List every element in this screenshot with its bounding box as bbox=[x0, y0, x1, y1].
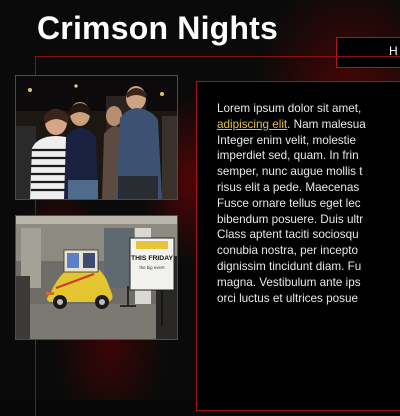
article-line: Lorem ipsum dolor sit amet, bbox=[217, 102, 362, 115]
photo-car-image: THIS FRIDAY the big event bbox=[16, 216, 177, 339]
car-sign-text: the big event bbox=[139, 265, 165, 270]
article-line: imperdiet sed, quam. In frin bbox=[217, 149, 359, 163]
article-line: risus elit a pede. Maecenas bbox=[217, 180, 360, 194]
article-link[interactable]: adipiscing elit bbox=[217, 118, 287, 131]
article-line: conubia nostra, per incepto bbox=[217, 244, 358, 258]
site-title: Crimson Nights bbox=[37, 10, 279, 46]
photo-people-image bbox=[16, 76, 177, 199]
article-line-after-link: . Nam malesua bbox=[287, 117, 366, 131]
article-line: dignissim tincidunt diam. Fu bbox=[217, 259, 362, 273]
article-line: Class aptent taciti sociosqu bbox=[217, 228, 359, 242]
car-sign-title: THIS FRIDAY bbox=[131, 255, 174, 262]
photo-people bbox=[15, 75, 178, 200]
article-line: bibendum posuere. Duis ultr bbox=[217, 212, 364, 226]
article-line: semper, nunc augue mollis t bbox=[217, 165, 363, 179]
article-line-with-link: adipiscing elit. Nam malesua bbox=[217, 117, 400, 133]
article-text: Lorem ipsum dolor sit amet, adipiscing e… bbox=[217, 101, 400, 306]
article-line: Fusce ornare tellus eget lec bbox=[217, 196, 361, 210]
article-line: magna. Vestibulum ante ips bbox=[217, 275, 361, 289]
photo-car: THIS FRIDAY the big event bbox=[15, 215, 178, 340]
article-line: Integer enim velit, molestie bbox=[217, 133, 357, 147]
article-line: orci luctus et ultrices posue bbox=[217, 291, 358, 305]
